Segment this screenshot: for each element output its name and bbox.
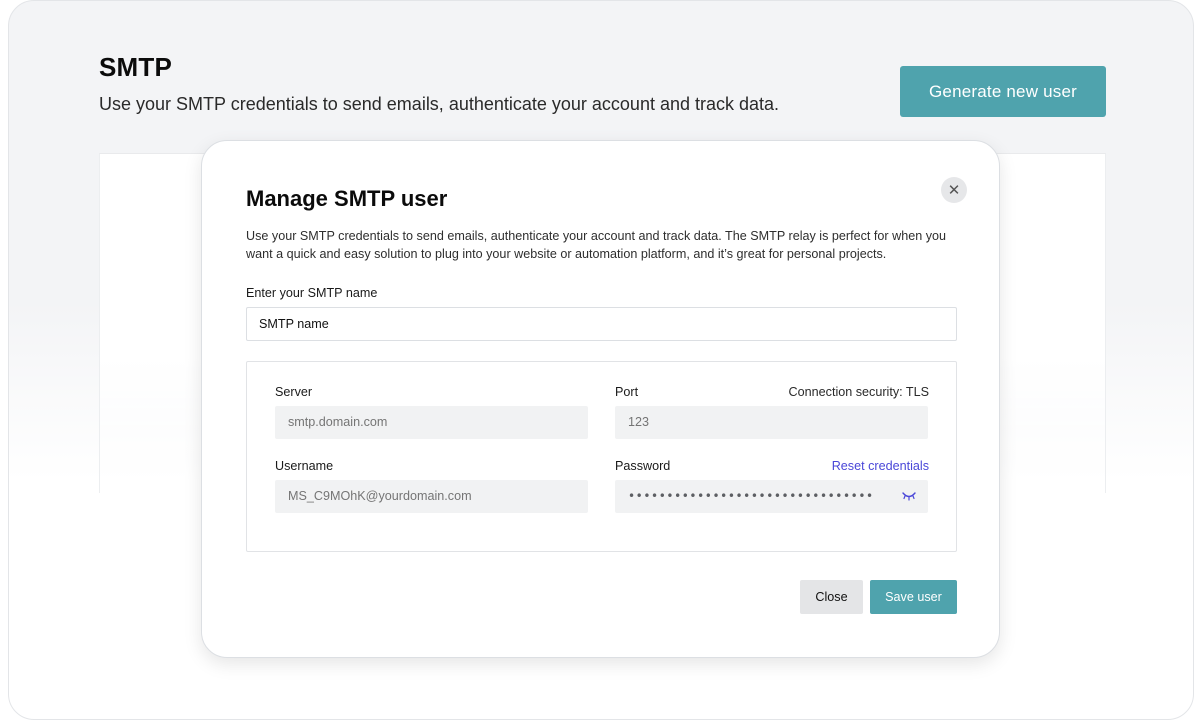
password-value: •••••••••••••••••••••••••••••••• [628,489,874,503]
page-title: SMTP [99,52,173,82]
close-button[interactable]: Close [800,580,863,614]
smtp-name-label: Enter your SMTP name [246,286,378,300]
modal-description: Use your SMTP credentials to send emails… [246,229,947,261]
reset-credentials-link[interactable]: Reset credentials [832,459,929,473]
port-input[interactable] [615,406,928,439]
modal-title: Manage SMTP user [246,186,448,211]
save-user-button[interactable]: Save user [870,580,957,614]
eye-closed-icon[interactable] [902,490,916,502]
connection-security-text: Connection security: TLS [788,385,929,399]
password-label: Password [615,459,671,473]
server-input[interactable] [275,406,588,439]
close-icon[interactable]: ✕ [941,177,967,203]
server-label: Server [275,385,313,399]
page-subtitle: Use your SMTP credentials to send emails… [99,94,780,114]
smtp-name-input[interactable] [246,307,957,341]
password-field[interactable]: •••••••••••••••••••••••••••••••• [615,480,928,513]
username-input[interactable] [275,480,588,513]
port-label: Port [615,385,639,399]
username-label: Username [275,459,334,473]
manage-smtp-user-modal: ✕ Manage SMTP user Use your SMTP credent… [201,140,1000,658]
credentials-box: Server Port Connection security: TLS Use… [246,361,957,552]
generate-new-user-button[interactable]: Generate new user [900,66,1106,117]
